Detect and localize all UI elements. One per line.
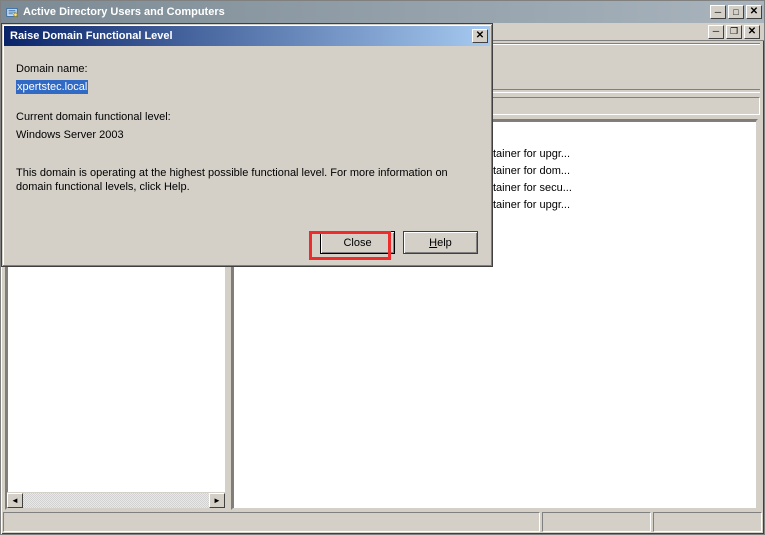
mdi-restore-button[interactable]: ❐ bbox=[726, 25, 742, 39]
minimize-button[interactable]: ─ bbox=[710, 5, 726, 19]
dialog-button-row: Close Help bbox=[2, 231, 478, 254]
dialog-body: Domain name: xpertstec.local Current dom… bbox=[2, 48, 492, 204]
dialog-titlebar[interactable]: Raise Domain Functional Level ✕ bbox=[4, 26, 490, 46]
info-text: This domain is operating at the highest … bbox=[16, 166, 478, 194]
mdi-close-button[interactable]: ✕ bbox=[744, 25, 760, 39]
list-item[interactable]: tainer for upgr... bbox=[493, 146, 756, 163]
scroll-track[interactable] bbox=[23, 493, 209, 508]
current-level-label: Current domain functional level: bbox=[16, 110, 478, 124]
dialog-title: Raise Domain Functional Level bbox=[10, 30, 472, 42]
scroll-left-button[interactable]: ◄ bbox=[7, 493, 23, 508]
main-titlebar[interactable]: Active Directory Users and Computers ─ □… bbox=[1, 1, 764, 23]
close-button[interactable]: ✕ bbox=[746, 5, 762, 19]
domain-name-label: Domain name: bbox=[16, 62, 478, 76]
domain-name-selected: xpertstec.local bbox=[16, 80, 88, 94]
dialog-close-button[interactable]: ✕ bbox=[472, 29, 488, 43]
status-cell bbox=[653, 512, 762, 532]
app-icon bbox=[5, 5, 19, 19]
status-cell bbox=[3, 512, 540, 532]
current-level-value: Windows Server 2003 bbox=[16, 128, 478, 142]
help-button[interactable]: Help bbox=[403, 231, 478, 254]
mdi-minimize-button[interactable]: ─ bbox=[708, 25, 724, 39]
main-title: Active Directory Users and Computers bbox=[23, 6, 710, 18]
tree-hscrollbar[interactable]: ◄ ► bbox=[7, 492, 225, 508]
list-item[interactable]: tainer for secu... bbox=[493, 180, 756, 197]
status-bar bbox=[3, 512, 762, 532]
domain-name-value: xpertstec.local bbox=[16, 80, 478, 94]
close-button[interactable]: Close bbox=[320, 231, 395, 254]
list-item[interactable]: tainer for upgr... bbox=[493, 197, 756, 214]
maximize-button[interactable]: □ bbox=[728, 5, 744, 19]
raise-domain-dialog: Raise Domain Functional Level ✕ Domain n… bbox=[1, 23, 493, 267]
list-item[interactable]: tainer for dom... bbox=[493, 163, 756, 180]
scroll-right-button[interactable]: ► bbox=[209, 493, 225, 508]
main-window-controls: ─ □ ✕ bbox=[710, 5, 762, 19]
status-cell bbox=[542, 512, 651, 532]
